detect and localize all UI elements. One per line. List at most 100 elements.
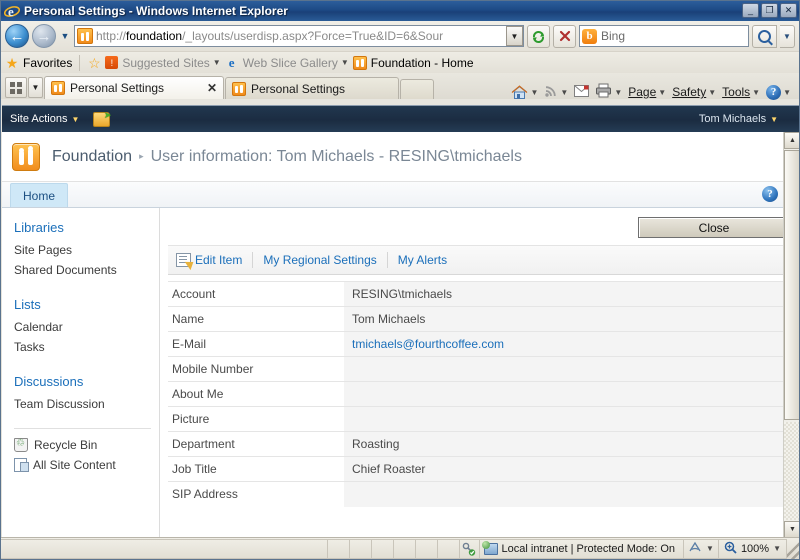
my-alerts-button[interactable]: My Alerts — [388, 253, 457, 267]
compatibility-view-button[interactable]: ▼ — [684, 538, 719, 559]
stop-button[interactable] — [553, 24, 576, 48]
quick-launch-heading-discussions[interactable]: Discussions — [14, 372, 159, 391]
scrollbar-track[interactable] — [784, 422, 799, 520]
site-actions-menu[interactable]: Site Actions ▼ — [10, 113, 79, 125]
foundation-home-icon — [352, 55, 367, 70]
recycle-bin-icon — [14, 438, 28, 452]
field-label: Department — [168, 431, 344, 457]
sidebar-item-tasks[interactable]: Tasks — [14, 337, 159, 357]
scroll-up-arrow-icon[interactable]: ▲ — [784, 132, 799, 149]
navigation-bar: ← → ▼ http://foundation/_layouts/userdis… — [1, 21, 799, 51]
search-dropdown-caret[interactable]: ▼ — [780, 24, 795, 48]
status-cell — [327, 538, 350, 559]
favorites-item-foundation-home[interactable]: Foundation - Home — [371, 56, 474, 70]
zoom-control[interactable]: 100% ▼ — [718, 538, 787, 559]
maximize-button[interactable]: ❐ — [761, 3, 778, 18]
scrollbar-thumb[interactable] — [784, 150, 799, 420]
sidebar-item-recycle-bin[interactable]: Recycle Bin — [14, 435, 159, 455]
new-tab-button[interactable] — [400, 79, 434, 99]
browser-tab-inactive[interactable]: Personal Settings — [225, 77, 399, 99]
browser-tab-active[interactable]: Personal Settings ✕ — [44, 76, 224, 99]
table-row: Name Tom Michaels — [168, 306, 788, 332]
zoom-icon — [724, 541, 737, 557]
sidebar-item-shared-documents[interactable]: Shared Documents — [14, 260, 159, 280]
close-button[interactable]: Close — [638, 217, 790, 238]
sidebar-item-team-discussion[interactable]: Team Discussion — [14, 394, 159, 414]
chevron-down-icon: ▼ — [530, 87, 539, 97]
feeds-button[interactable]: ▼ — [542, 84, 570, 101]
user-information-table: Account RESING\tmichaels Name Tom Michae… — [168, 281, 788, 507]
close-window-button[interactable]: ✕ — [780, 3, 797, 18]
scroll-down-arrow-icon[interactable]: ▼ — [784, 521, 799, 537]
page-scrollbar[interactable]: ▲ ▼ — [783, 132, 799, 537]
close-button-row: Close — [160, 208, 799, 242]
chevron-down-icon: ▼ — [752, 87, 761, 97]
mail-button[interactable] — [572, 84, 591, 100]
refresh-button[interactable] — [527, 24, 550, 48]
close-tab-icon[interactable]: ✕ — [207, 81, 217, 95]
sharepoint-help-icon[interactable]: ? — [762, 186, 778, 202]
bing-provider-icon: b — [582, 28, 597, 44]
security-zone-indicator[interactable]: Local intranet | Protected Mode: On — [479, 538, 685, 559]
print-button[interactable]: ▼ — [593, 83, 624, 101]
quick-tabs-icon[interactable] — [5, 77, 27, 98]
search-input-value: Bing — [601, 29, 626, 43]
main-content: Close Edit Item My Regional Settings My … — [160, 208, 799, 537]
field-label: Mobile Number — [168, 356, 344, 382]
edit-item-button[interactable]: Edit Item — [176, 253, 252, 267]
address-bar[interactable]: http://foundation/_layouts/userdisp.aspx… — [74, 25, 524, 47]
favorites-button-label[interactable]: Favorites — [23, 56, 72, 70]
help-menu[interactable]: ? ▼ — [764, 84, 793, 100]
favorites-star-icon[interactable]: ★ — [5, 56, 19, 70]
table-row: E-Mail tmichaels@fourthcoffee.com — [168, 331, 788, 357]
field-value — [344, 481, 788, 507]
home-button[interactable]: ▼ — [508, 84, 540, 100]
browser-tab-title: Personal Settings — [70, 81, 165, 95]
field-label: Picture — [168, 406, 344, 432]
email-link[interactable]: tmichaels@fourthcoffee.com — [352, 337, 504, 351]
page-menu[interactable]: Page ▼ — [626, 85, 668, 99]
history-dropdown-caret[interactable]: ▼ — [59, 31, 71, 41]
quick-launch-heading-libraries[interactable]: Libraries — [14, 218, 159, 237]
status-cell — [393, 538, 416, 559]
rss-icon — [544, 84, 558, 101]
table-row: Mobile Number — [168, 356, 788, 382]
window-title: Personal Settings - Windows Internet Exp… — [24, 4, 288, 18]
back-arrow-icon[interactable]: ← — [5, 24, 29, 48]
status-message-area — [1, 538, 328, 559]
tools-menu-label: Tools — [722, 85, 751, 99]
favorites-item-suggested-sites[interactable]: Suggested Sites ▼ — [122, 56, 220, 70]
tab-list-caret-icon[interactable]: ▼ — [28, 77, 43, 98]
address-dropdown-caret[interactable]: ▼ — [506, 26, 523, 46]
field-label: Job Title — [168, 456, 344, 482]
my-regional-settings-button[interactable]: My Regional Settings — [253, 253, 386, 267]
compatibility-view-icon — [688, 541, 703, 557]
browser-tab-title: Personal Settings — [251, 81, 346, 96]
minimize-button[interactable]: _ — [742, 3, 759, 18]
navigate-up-icon[interactable] — [93, 111, 111, 127]
welcome-menu[interactable]: Tom Michaels ▼ — [699, 106, 778, 132]
tab-home[interactable]: Home — [10, 183, 69, 207]
favorites-item-web-slice-gallery[interactable]: Web Slice Gallery ▼ — [243, 56, 349, 70]
quick-launch-heading-lists[interactable]: Lists — [14, 295, 159, 314]
resize-grip[interactable] — [787, 538, 799, 559]
search-icon[interactable] — [752, 24, 777, 48]
add-to-favorites-bar-icon[interactable]: ☆ — [87, 56, 101, 70]
quick-launch-divider — [14, 428, 151, 429]
breadcrumb-site-link[interactable]: Foundation — [52, 148, 132, 166]
site-favicon-icon — [77, 28, 93, 44]
welcome-user-name: Tom Michaels — [698, 113, 767, 125]
suggested-sites-icon: ! — [105, 56, 119, 69]
sidebar-item-calendar[interactable]: Calendar — [14, 317, 159, 337]
tools-menu[interactable]: Tools ▼ — [720, 85, 762, 99]
safety-menu[interactable]: Safety ▼ — [670, 85, 718, 99]
field-value: RESING\tmichaels — [344, 281, 788, 307]
sidebar-item-site-pages[interactable]: Site Pages — [14, 240, 159, 260]
sidebar-item-all-site-content[interactable]: All Site Content — [14, 455, 159, 475]
item-toolbar: Edit Item My Regional Settings My Alerts — [168, 245, 788, 275]
svg-text:e: e — [8, 4, 14, 19]
chevron-down-icon: ▼ — [773, 544, 781, 553]
web-slice-gallery-icon: e — [228, 54, 235, 70]
search-input[interactable]: b Bing — [579, 25, 749, 47]
forward-arrow-icon[interactable]: → — [32, 24, 56, 48]
